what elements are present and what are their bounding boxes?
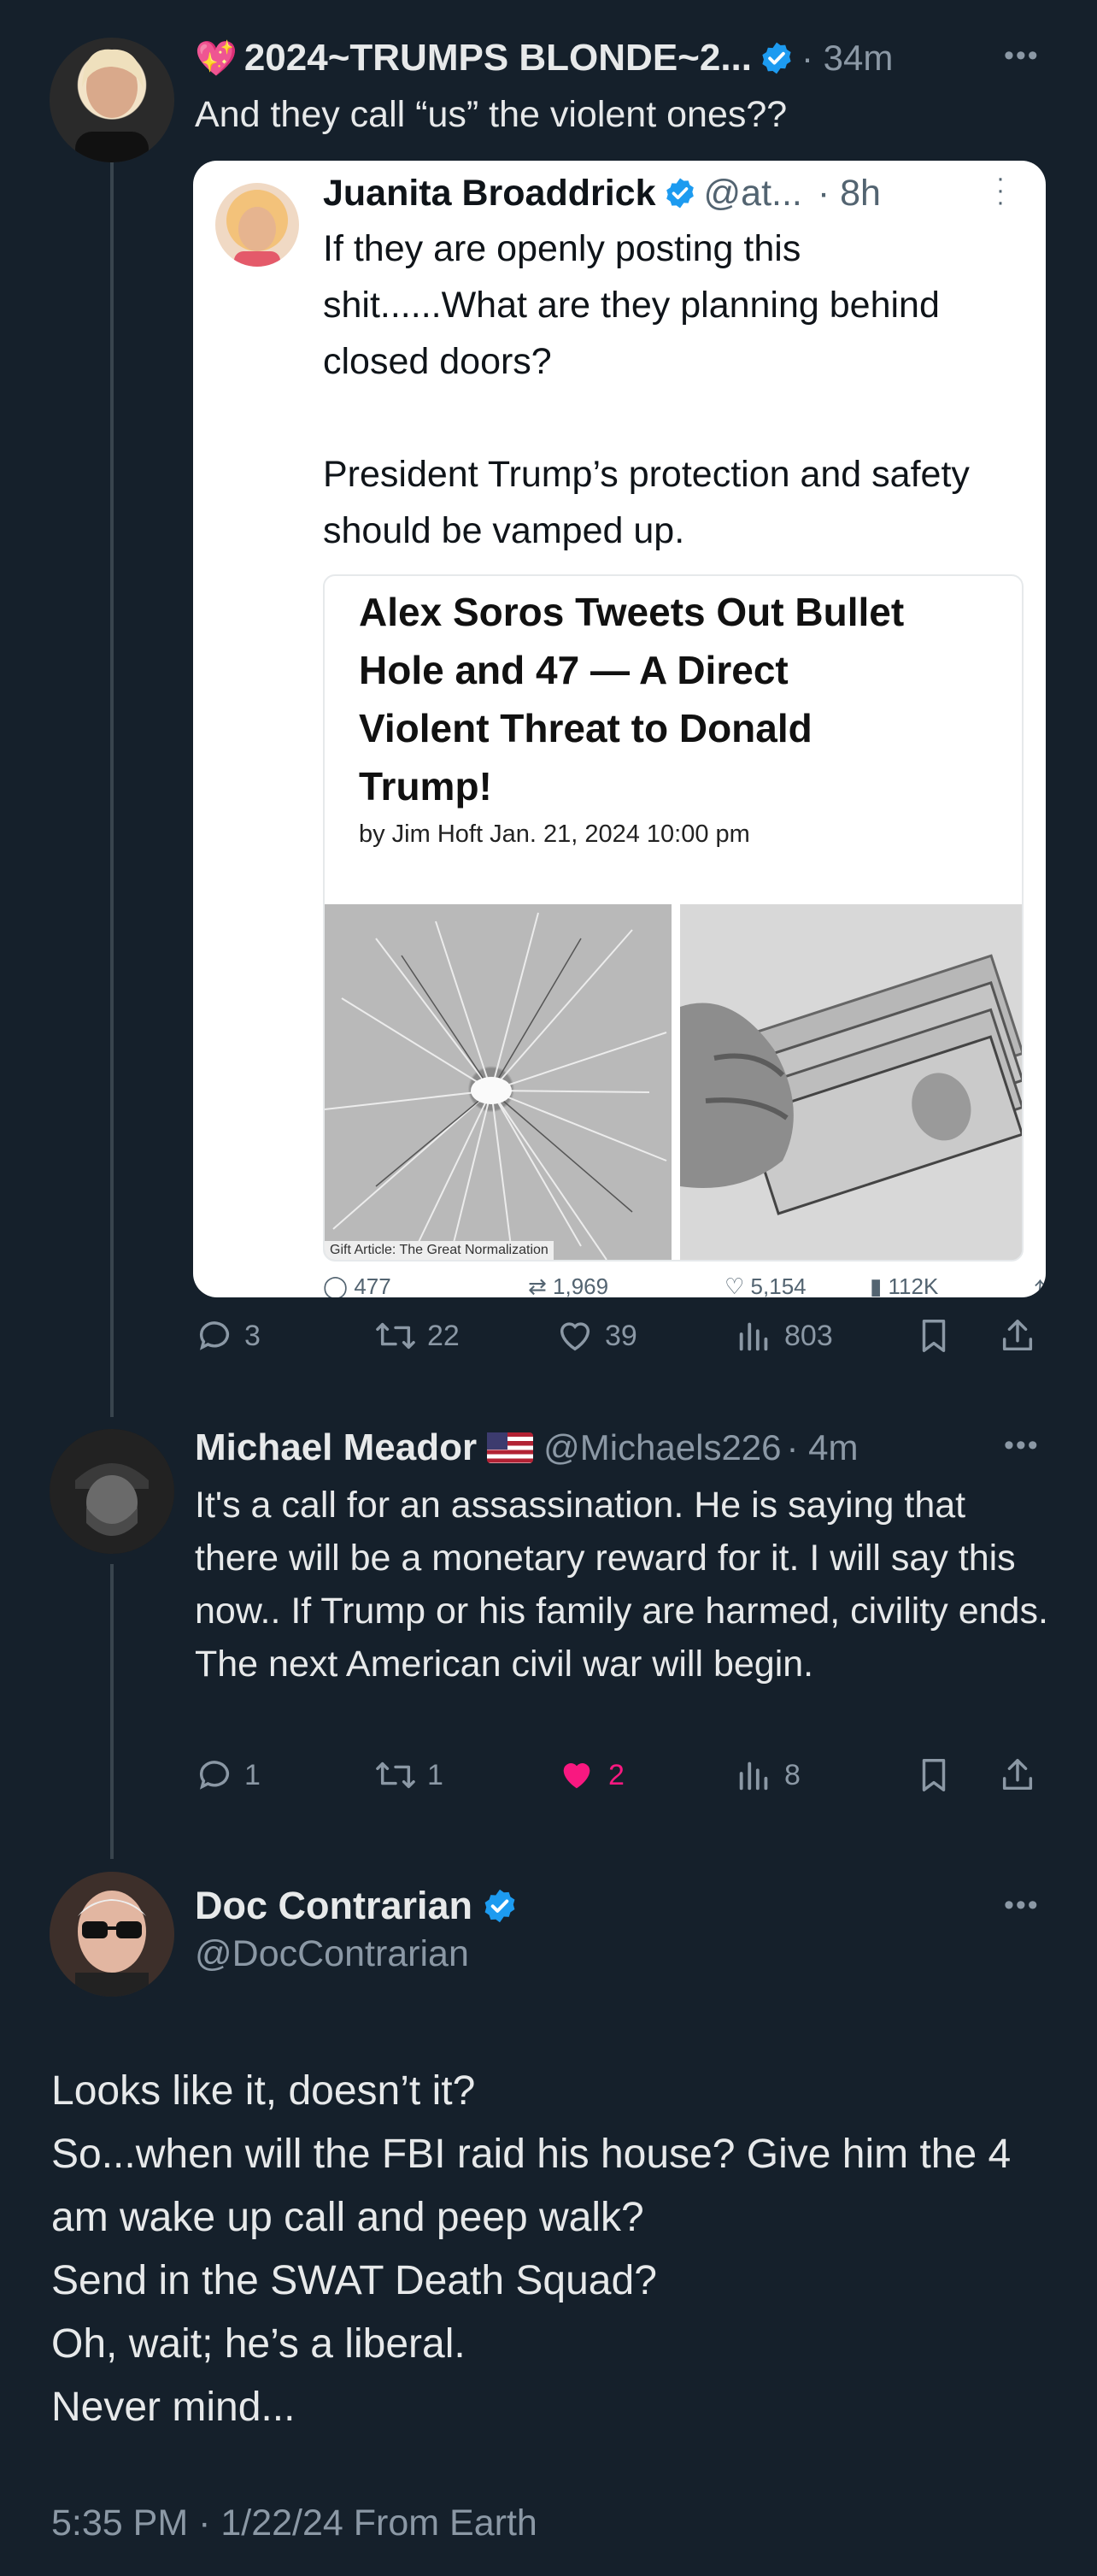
article-byline: by Jim Hoft Jan. 21, 2024 10:00 pm	[359, 820, 750, 848]
quote-avatar[interactable]	[215, 183, 299, 267]
more-icon[interactable]: · · ·	[996, 166, 1005, 215]
share-button[interactable]	[998, 1756, 1037, 1795]
bookmark-button[interactable]	[914, 1756, 953, 1795]
bookmark-icon	[922, 1320, 946, 1352]
reply-count: 1	[244, 1758, 261, 1791]
retweet-button[interactable]: 1	[374, 1756, 443, 1795]
retweet-icon	[376, 1322, 415, 1350]
verified-icon	[762, 42, 791, 74]
avatar[interactable]	[50, 38, 174, 162]
cash-bills-icon	[680, 904, 1022, 1260]
views-count: 8	[784, 1758, 801, 1791]
quote-handle[interactable]: @at...	[704, 173, 802, 215]
like-count: 2	[608, 1758, 625, 1791]
avatar-portrait-icon	[226, 190, 288, 267]
avatar[interactable]	[50, 1429, 174, 1554]
quote-views-count[interactable]: ▮ 112K	[870, 1273, 938, 1297]
post-header: Michael Meador @Michaels226 · 4m	[195, 1422, 859, 1473]
views-count: 803	[784, 1319, 833, 1352]
views-icon	[739, 1761, 768, 1791]
post-time[interactable]: · 4m	[787, 1427, 859, 1468]
article-preview[interactable]: Alex Soros Tweets Out Bullet Hole and 47…	[323, 574, 1024, 1262]
bookmark-button[interactable]	[914, 1316, 953, 1356]
verified-icon	[484, 1889, 515, 1923]
bookmark-icon	[922, 1759, 946, 1791]
heart-emoji: 💖	[195, 39, 238, 78]
quote-stats: ◯ 477 ⇄ 1,969 ♡ 5,154 ▮ 112K ⤴	[323, 1273, 1046, 1297]
quote-text: If they are openly posting this shit....…	[323, 228, 970, 551]
quote-reply-count[interactable]: ◯ 477	[323, 1273, 391, 1297]
article-headline: Alex Soros Tweets Out Bullet Hole and 47…	[359, 590, 905, 809]
views-button[interactable]: 803	[735, 1316, 833, 1356]
author-name[interactable]: 2024~TRUMPS BLONDE~2...	[244, 37, 752, 79]
reply-icon	[199, 1321, 230, 1350]
avatar-portrait-icon	[50, 1429, 174, 1554]
us-flag-emoji	[487, 1432, 534, 1463]
thread-line	[110, 161, 114, 1417]
reply-button[interactable]: 3	[195, 1316, 261, 1356]
thread-line	[110, 1564, 114, 1859]
reply-button[interactable]: 1	[195, 1756, 261, 1795]
verified-icon	[666, 178, 694, 209]
like-button[interactable]: 39	[555, 1316, 637, 1356]
reply-count: 3	[244, 1319, 261, 1352]
more-icon[interactable]: •••	[1004, 1891, 1040, 1920]
post-time[interactable]: · 34m	[801, 38, 893, 79]
post-header: 💖 2024~TRUMPS BLONDE~2... · 34m	[195, 32, 893, 84]
avatar-portrait-icon	[75, 49, 149, 162]
author-handle[interactable]: @DocContrarian	[195, 1933, 469, 1975]
like-icon	[560, 1322, 590, 1351]
article-caption: Gift Article: The Great Normalization	[325, 1241, 554, 1260]
post-text: Looks like it, doesn’t it? So...when wil…	[51, 2068, 1012, 2430]
quoted-tweet[interactable]: Juanita Broaddrick @at... · 8h · · · If th…	[193, 161, 1046, 1297]
quote-share-icon[interactable]: ⤴	[1024, 1273, 1046, 1297]
quote-header: Juanita Broaddrick @at... · 8h	[323, 169, 881, 217]
retweet-icon	[376, 1761, 415, 1789]
author-name[interactable]: Doc Contrarian	[195, 1884, 472, 1928]
flag-canton	[487, 1432, 508, 1450]
like-button[interactable]: 2	[555, 1756, 625, 1795]
avatar[interactable]	[50, 1872, 174, 1997]
retweet-button[interactable]: 22	[374, 1316, 460, 1356]
share-icon	[1002, 1320, 1033, 1351]
retweet-count: 22	[427, 1319, 460, 1352]
author-handle[interactable]: @Michaels226	[543, 1427, 781, 1468]
author-name[interactable]: Michael Meador	[195, 1426, 477, 1469]
reply-icon	[199, 1761, 230, 1790]
share-button[interactable]	[998, 1316, 1037, 1356]
quote-retweet-count[interactable]: ⇄ 1,969	[528, 1273, 608, 1297]
post-header: Doc Contrarian	[195, 1882, 519, 1930]
post-actions: 1 1 2 8	[195, 1756, 1049, 1807]
post-actions: 3 22 39 803	[195, 1316, 1049, 1367]
like-icon-filled	[563, 1763, 590, 1789]
views-button[interactable]: 8	[735, 1756, 801, 1795]
avatar-portrait-icon	[50, 1872, 174, 1997]
quote-time[interactable]: · 8h	[818, 173, 881, 215]
bullet-hole-image: Gift Article: The Great Normalization	[325, 904, 672, 1260]
money-image	[680, 904, 1022, 1260]
quote-like-count[interactable]: ♡ 5,154	[724, 1273, 807, 1297]
like-count: 39	[605, 1319, 637, 1352]
more-icon[interactable]: •••	[1004, 41, 1040, 70]
quote-author-name[interactable]: Juanita Broaddrick	[323, 173, 656, 215]
post-timestamp[interactable]: 5:35 PM · 1/22/24 From Earth	[51, 2502, 537, 2544]
views-icon	[739, 1322, 768, 1351]
cracked-glass-icon	[325, 912, 667, 1260]
retweet-count: 1	[427, 1758, 443, 1791]
more-icon[interactable]: •••	[1004, 1431, 1040, 1460]
post-text: And they call “us” the violent ones??	[195, 94, 788, 135]
share-icon	[1002, 1759, 1033, 1791]
post-text: It's a call for an assassination. He is …	[195, 1485, 1048, 1685]
